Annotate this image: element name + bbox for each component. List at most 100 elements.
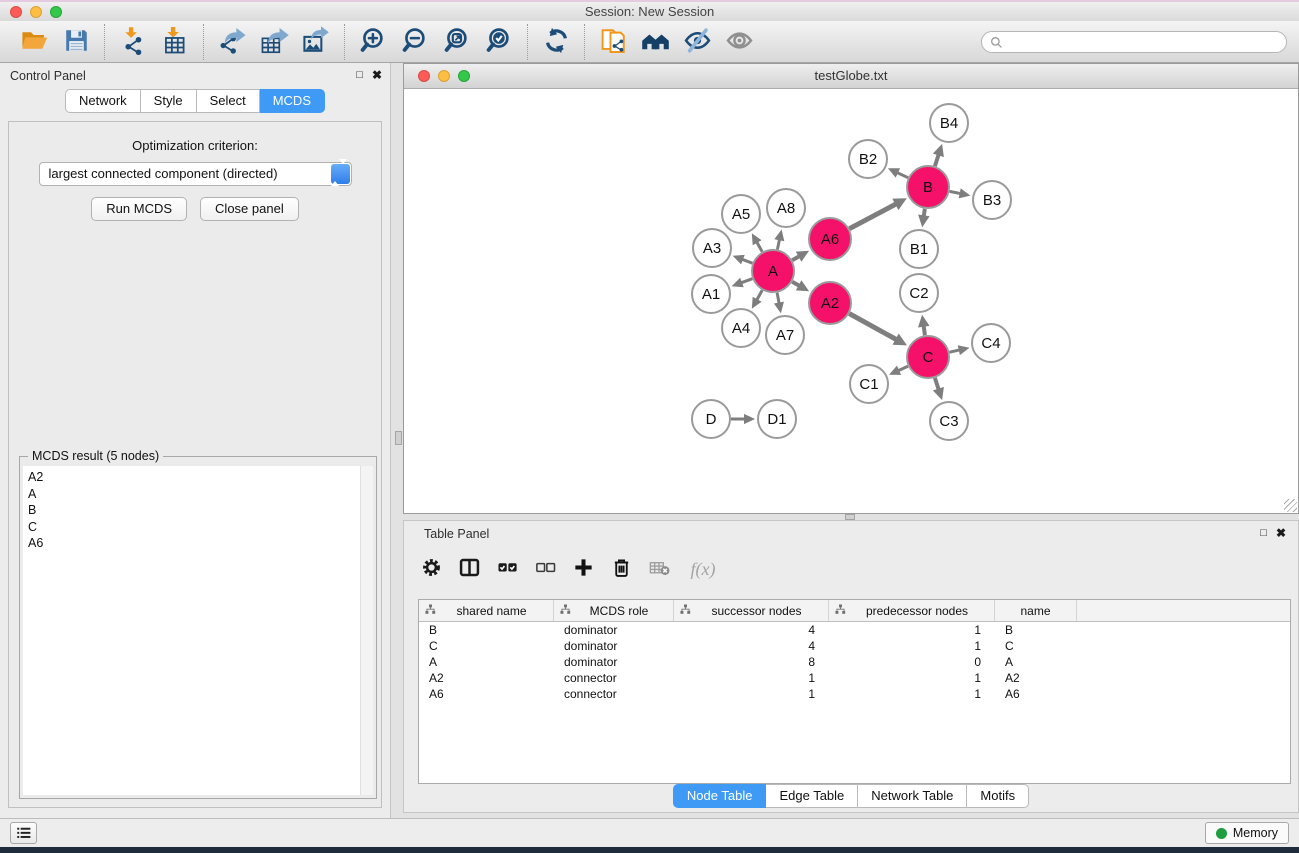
save-session-button[interactable] [58,24,94,60]
tab-edge-table[interactable]: Edge Table [766,784,858,808]
zoom-selected-button[interactable] [481,24,517,60]
node-C3[interactable]: C3 [930,402,968,440]
table-cell[interactable]: 1 [829,686,995,702]
tab-mcds[interactable]: MCDS [260,89,325,113]
search-input[interactable] [981,31,1287,53]
hide-graphics-details-button[interactable] [679,24,715,60]
table-cell[interactable]: A6 [419,686,554,702]
mcds-result-item[interactable]: C [28,519,361,536]
memory-button[interactable]: Memory [1205,822,1289,844]
node-B2[interactable]: B2 [849,140,887,178]
column-header-MCDS-role[interactable]: MCDS role [554,600,674,621]
float-table-panel-icon[interactable]: □ [1260,526,1267,540]
table-cell[interactable]: 1 [829,638,995,654]
node-A4[interactable]: A4 [722,309,760,347]
table-cell[interactable]: A [419,654,554,670]
table-cell[interactable]: 1 [829,670,995,686]
apply-function-button[interactable]: f(x) [682,554,724,584]
mcds-result-list[interactable]: A2ABCA6 [23,466,361,795]
close-table-panel-icon[interactable]: ✖ [1276,526,1286,540]
table-cell[interactable]: 4 [674,638,829,654]
delete-columns-button[interactable] [606,554,636,584]
table-cell[interactable]: A2 [995,670,1077,686]
zoom-fit-button[interactable] [439,24,475,60]
node-B1[interactable]: B1 [900,230,938,268]
merge-columns-button[interactable] [454,554,484,584]
tab-select[interactable]: Select [197,89,260,113]
network-canvas[interactable]: B4B2BB3A8A5A6A3B1AC2A1A2A4A7C4CC1DD1C3 [404,89,1298,513]
tab-motifs[interactable]: Motifs [967,784,1029,808]
export-table-button[interactable] [256,24,292,60]
column-header-successor-nodes[interactable]: successor nodes [674,600,829,621]
edge-A6-B[interactable] [849,203,897,228]
table-cell[interactable]: B [419,622,554,638]
node-A3[interactable]: A3 [693,229,731,267]
zoom-in-button[interactable] [355,24,391,60]
node-B[interactable]: B [907,166,949,208]
column-header-shared-name[interactable]: shared name [419,600,554,621]
select-all-rows-button[interactable] [492,554,522,584]
node-C[interactable]: C [907,336,949,378]
node-A6[interactable]: A6 [809,218,851,260]
table-row[interactable]: Cdominator41C [419,638,1290,654]
import-network-button[interactable] [115,24,151,60]
node-C1[interactable]: C1 [850,365,888,403]
run-mcds-button[interactable]: Run MCDS [91,197,187,221]
node-C4[interactable]: C4 [972,324,1010,362]
table-cell[interactable]: 8 [674,654,829,670]
task-history-button[interactable] [10,822,37,844]
mcds-result-item[interactable]: A [28,486,361,503]
node-A2[interactable]: A2 [809,282,851,324]
node-A1[interactable]: A1 [692,275,730,313]
node-D1[interactable]: D1 [758,400,796,438]
delete-table-button[interactable] [644,554,674,584]
close-panel-button[interactable]: Close panel [200,197,299,221]
node-B4[interactable]: B4 [930,104,968,142]
table-cell[interactable]: dominator [554,654,674,670]
table-row[interactable]: A2connector11A2 [419,670,1290,686]
show-graphics-details-button[interactable] [721,24,757,60]
column-header-predecessor-nodes[interactable]: predecessor nodes [829,600,995,621]
export-image-button[interactable] [298,24,334,60]
copy-network-button[interactable] [595,24,631,60]
column-settings-button[interactable] [416,554,446,584]
table-cell[interactable]: connector [554,686,674,702]
column-header-name[interactable]: name [995,600,1077,621]
node-D[interactable]: D [692,400,730,438]
tab-network-table[interactable]: Network Table [858,784,967,808]
mcds-result-item[interactable]: A6 [28,535,361,552]
resize-grip-icon[interactable] [1284,499,1297,512]
table-cell[interactable]: dominator [554,622,674,638]
table-row[interactable]: Bdominator41B [419,622,1290,638]
table-cell[interactable]: 0 [829,654,995,670]
table-cell[interactable]: C [995,638,1077,654]
table-cell[interactable]: 1 [674,670,829,686]
tab-style[interactable]: Style [141,89,197,113]
optimization-criterion-select[interactable]: largest connected component (directed) [39,162,352,186]
mcds-result-item[interactable]: A2 [28,469,361,486]
add-column-button[interactable] [568,554,598,584]
apply-layout-button[interactable] [637,24,673,60]
table-cell[interactable]: 1 [829,622,995,638]
node-A8[interactable]: A8 [767,189,805,227]
import-table-button[interactable] [157,24,193,60]
table-row[interactable]: A6connector11A6 [419,686,1290,702]
edge-B-B4[interactable] [935,153,939,166]
edge-A2-C[interactable] [849,314,897,341]
float-panel-icon[interactable]: □ [356,68,363,82]
table-cell[interactable]: dominator [554,638,674,654]
table-row[interactable]: Adominator80A [419,654,1290,670]
export-network-button[interactable] [214,24,250,60]
table-cell[interactable]: A2 [419,670,554,686]
tab-network[interactable]: Network [65,89,141,113]
zoom-out-button[interactable] [397,24,433,60]
result-scrollbar[interactable] [360,466,373,795]
tab-node-table[interactable]: Node Table [673,784,767,808]
deselect-all-rows-button[interactable] [530,554,560,584]
refresh-network-button[interactable] [538,24,574,60]
close-panel-icon[interactable]: ✖ [372,68,382,82]
table-cell[interactable]: B [995,622,1077,638]
node-B3[interactable]: B3 [973,181,1011,219]
table-cell[interactable]: connector [554,670,674,686]
node-A5[interactable]: A5 [722,195,760,233]
